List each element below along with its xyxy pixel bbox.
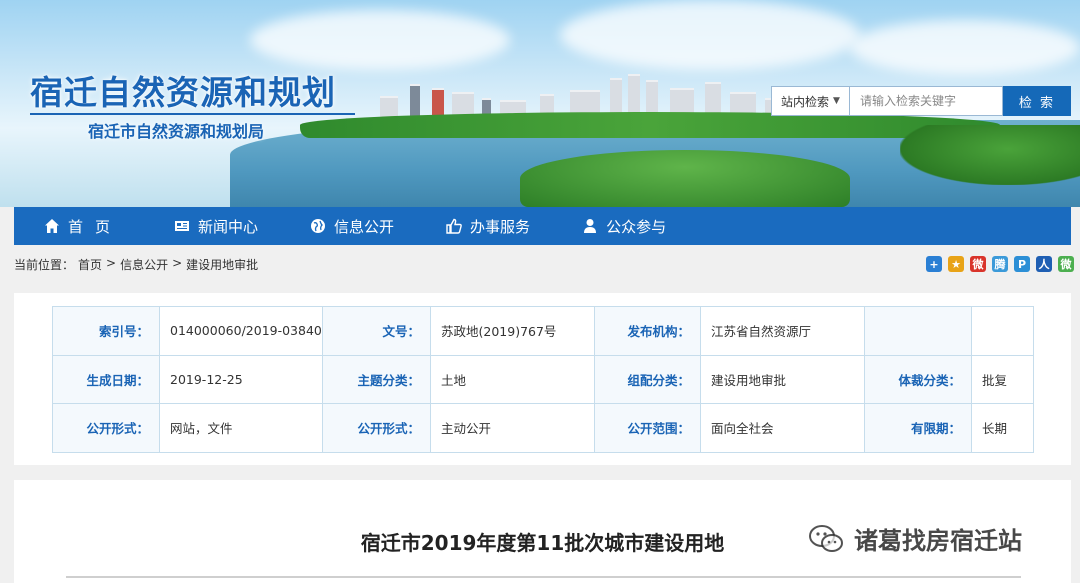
plus-share-icon[interactable]: + <box>926 256 942 272</box>
tencent-weibo-share-icon[interactable]: 腾 <box>992 256 1008 272</box>
nav-item-public-participation[interactable]: 公众参与 <box>582 207 666 245</box>
banner-city-skyline <box>370 70 790 118</box>
banner-cloud <box>850 20 1080 75</box>
banner-trees <box>900 125 1080 185</box>
disclosure-scope-value: 面向全社会 <box>700 403 865 453</box>
created-date-value: 2019-12-25 <box>159 354 323 405</box>
watermark-text: 诸葛找房宿迁站 <box>854 527 1022 555</box>
index-number-label: 索引号： <box>52 306 160 356</box>
banner-island <box>520 150 850 207</box>
disclosure-form-label: 公开形式： <box>52 403 160 453</box>
genre-category-label: 体裁分类： <box>864 354 972 405</box>
breadcrumb-link-info[interactable]: 信息公开 <box>120 256 168 273</box>
nav-item-label: 公众参与 <box>606 217 667 236</box>
weibo-share-icon[interactable]: 微 <box>970 256 986 272</box>
disclosure-mode-label: 公开形式： <box>322 403 431 453</box>
group-category-label: 组配分类： <box>594 354 701 405</box>
newspaper-icon <box>175 221 190 231</box>
topic-category-label: 主题分类： <box>322 354 431 405</box>
share-bar: + ★ 微 腾 P 人 微 <box>926 256 1074 272</box>
header-banner: 宿迁自然资源和规划 宿迁市自然资源和规划局 站内检索 ▼ 检 索 <box>0 0 1080 207</box>
topic-category-value: 土地 <box>430 354 595 405</box>
validity-value: 长期 <box>971 403 1034 453</box>
empty-label <box>864 306 972 356</box>
thumbs-up-icon <box>446 218 462 234</box>
nav-item-news[interactable]: 新闻中心 <box>174 207 258 245</box>
genre-category-value: 批复 <box>971 354 1034 405</box>
nav-item-home[interactable]: 首页 <box>44 207 122 245</box>
index-number-value: 014000060/2019-03840 <box>159 306 323 356</box>
search-scope-select[interactable]: 站内检索 ▼ <box>771 86 849 116</box>
user-icon <box>584 219 597 233</box>
banner-cloud <box>560 0 860 70</box>
home-icon <box>45 219 59 233</box>
search-input[interactable] <box>849 86 1003 116</box>
wechat-share-icon[interactable]: 微 <box>1058 256 1074 272</box>
empty-value <box>971 306 1034 356</box>
publisher-label: 发布机构： <box>594 306 701 356</box>
disclosure-scope-label: 公开范围： <box>594 403 701 453</box>
pengyou-share-icon[interactable]: P <box>1014 256 1030 272</box>
globe-icon <box>311 219 326 233</box>
watermark: 诸葛找房宿迁站 <box>808 521 1022 556</box>
title-underline <box>30 113 355 115</box>
table-row: 生成日期： 2019-12-25 主题分类： 土地 组配分类： 建设用地审批 体… <box>52 354 1034 405</box>
banner-cloud <box>250 10 510 70</box>
metadata-table: 索引号： 014000060/2019-03840 文号： 苏政地(2019)7… <box>52 306 1034 453</box>
document-number-value: 苏政地(2019)767号 <box>430 306 595 356</box>
breadcrumb-link-land-approval[interactable]: 建设用地审批 <box>186 256 258 273</box>
nav-item-label: 首页 <box>68 217 123 236</box>
metadata-panel: 索引号： 014000060/2019-03840 文号： 苏政地(2019)7… <box>14 293 1071 465</box>
search-bar: 站内检索 ▼ 检 索 <box>771 86 1071 116</box>
validity-label: 有限期： <box>864 403 972 453</box>
nav-item-services[interactable]: 办事服务 <box>446 207 530 245</box>
disclosure-mode-value: 主动公开 <box>430 403 595 453</box>
site-subtitle: 宿迁市自然资源和规划局 <box>88 122 265 141</box>
wechat-icon <box>809 524 843 552</box>
table-row: 索引号： 014000060/2019-03840 文号： 苏政地(2019)7… <box>52 306 1034 356</box>
site-title: 宿迁自然资源和规划 <box>30 73 336 112</box>
publisher-value: 江苏省自然资源厅 <box>700 306 865 356</box>
title-divider <box>66 576 1021 578</box>
created-date-label: 生成日期： <box>52 354 160 405</box>
disclosure-form-value: 网站，文件 <box>159 403 323 453</box>
document-number-label: 文号： <box>322 306 431 356</box>
breadcrumb-separator: > <box>106 256 117 270</box>
breadcrumb-link-home[interactable]: 首页 <box>78 256 102 273</box>
group-category-value: 建设用地审批 <box>700 354 865 405</box>
nav-item-label: 新闻中心 <box>198 217 259 236</box>
main-nav: 首页 新闻中心 信息公开 办事服务 公众参与 <box>14 207 1071 245</box>
nav-item-label: 信息公开 <box>334 217 395 236</box>
table-row: 公开形式： 网站，文件 公开形式： 主动公开 公开范围： 面向全社会 有限期： … <box>52 403 1034 453</box>
qzone-share-icon[interactable]: ★ <box>948 256 964 272</box>
search-button[interactable]: 检 索 <box>1003 86 1071 116</box>
breadcrumb-separator: > <box>172 256 183 270</box>
breadcrumb: 当前位置： 首页 > 信息公开 > 建设用地审批 <box>14 256 258 273</box>
chevron-down-icon: ▼ <box>833 96 840 106</box>
nav-item-info-disclosure[interactable]: 信息公开 <box>310 207 394 245</box>
search-scope-label: 站内检索 <box>781 94 830 109</box>
renren-share-icon[interactable]: 人 <box>1036 256 1052 272</box>
breadcrumb-prefix: 当前位置： <box>14 258 75 272</box>
nav-item-label: 办事服务 <box>470 217 531 236</box>
